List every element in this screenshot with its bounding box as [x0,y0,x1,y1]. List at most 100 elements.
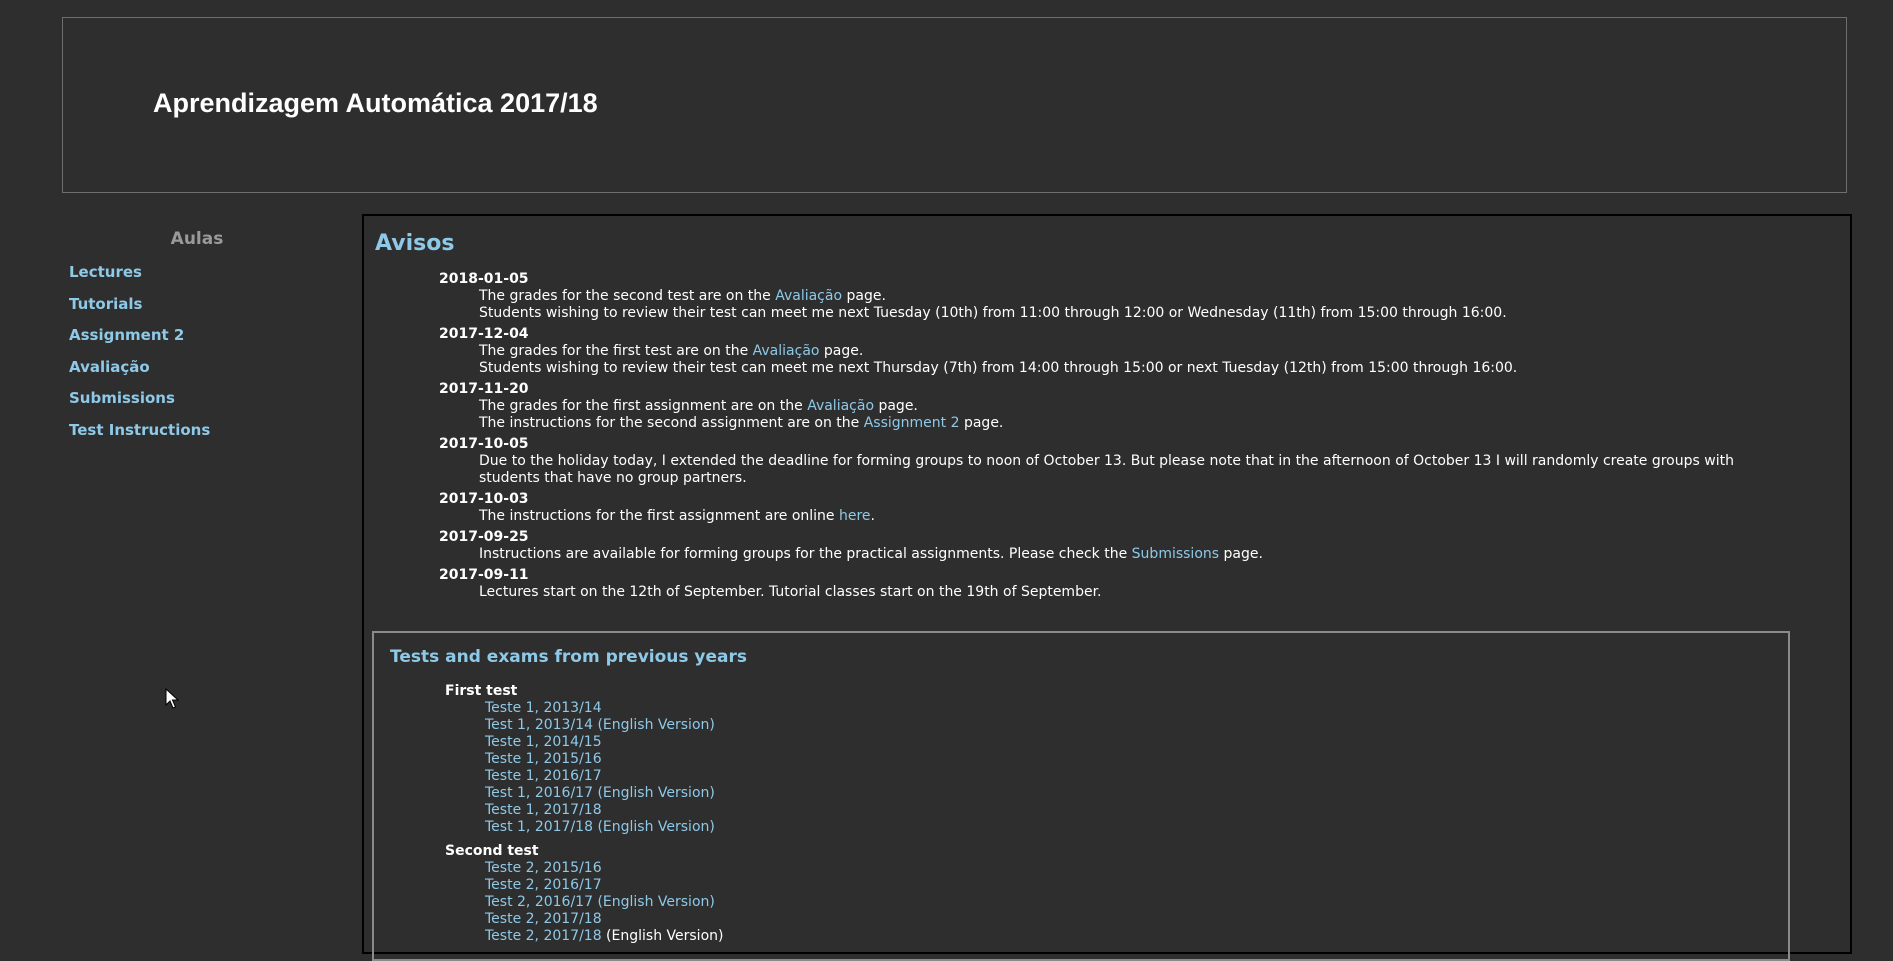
test-link[interactable]: Test 1, 2013/14 (English Version) [485,717,715,733]
test-list-item: Teste 1, 2016/17 [485,768,715,785]
notice-text-segment: page. [819,343,864,359]
test-list-item: Teste 2, 2017/18 (English Version) [485,928,723,945]
test-link[interactable]: Test 1, 2017/18 (English Version) [485,819,715,835]
notice-link-avaliacao[interactable]: Avaliação [775,288,842,304]
test-list-item: Test 1, 2013/14 (English Version) [485,717,715,734]
test-list-item: Teste 2, 2017/18 [485,911,723,928]
notice-text-segment: . [870,508,875,524]
notice-text: Lectures start on the 12th of September.… [479,584,1769,601]
notice-item: 2017-09-25 Instructions are available for… [439,529,1769,563]
notice-item: 2018-01-05 The grades for the second test… [439,271,1769,322]
notice-date: 2018-01-05 [439,271,529,287]
test-group-second-test: Second test Teste 2, 2015/16 Teste 2, 2016… [445,843,723,945]
notice-link-assignment-2[interactable]: Assignment 2 [864,415,960,431]
notice-item: 2017-10-03 The instructions for the first… [439,491,1769,525]
sidebar-link-test-instructions[interactable]: Test Instructions [69,421,210,439]
test-link[interactable]: Teste 1, 2016/17 [485,768,602,784]
sidebar-item-avaliacao[interactable]: Avaliação [69,354,332,386]
notice-text: Students wishing to review their test ca… [479,305,1769,322]
test-list-item: Teste 1, 2015/16 [485,751,715,768]
sidebar-link-tutorials[interactable]: Tutorials [69,295,142,313]
notice-text-segment: The instructions for the second assignme… [479,415,864,431]
test-link[interactable]: Teste 2, 2015/16 [485,860,602,876]
notice-link-submissions[interactable]: Submissions [1132,546,1219,562]
notice-item: 2017-12-04 The grades for the first test … [439,326,1769,377]
sidebar: Aulas Lectures Tutorials Assignment 2 Av… [62,226,332,448]
test-link[interactable]: Test 1, 2016/17 (English Version) [485,785,715,801]
test-link[interactable]: Teste 2, 2017/18 [485,911,602,927]
notice-date: 2017-10-05 [439,436,529,452]
notice-text: Students wishing to review their test ca… [479,360,1769,377]
test-list-item: Teste 2, 2015/16 [485,860,723,877]
sidebar-link-submissions[interactable]: Submissions [69,389,175,407]
notice-item: 2017-09-11 Lectures start on the 12th of … [439,567,1769,601]
notice-text-segment: Due to the holiday today, I extended the… [479,453,1734,486]
notice-text-segment: Students wishing to review their test ca… [479,360,1518,376]
notice-date: 2017-09-11 [439,567,529,583]
notice-text-segment: page. [959,415,1004,431]
notice-date: 2017-09-25 [439,529,529,545]
sidebar-link-assignment-2[interactable]: Assignment 2 [69,326,184,344]
sidebar-menu: Lectures Tutorials Assignment 2 Avaliaçã… [62,259,332,448]
notice-text-segment: The grades for the first test are on the [479,343,753,359]
notice-text: Instructions are available for forming g… [479,546,1769,563]
test-group-title: First test [445,683,518,699]
sidebar-item-submissions[interactable]: Submissions [69,385,332,417]
notice-date: 2017-11-20 [439,381,529,397]
notice-link-avaliacao[interactable]: Avaliação [807,398,874,414]
notice-date: 2017-12-04 [439,326,529,342]
test-link[interactable]: Teste 1, 2014/15 [485,734,602,750]
site-header: Aprendizagem Automática 2017/18 [62,17,1847,193]
main-content: Avisos 2018-01-05 The grades for the seco… [362,214,1852,961]
test-list-item: Test 2, 2016/17 (English Version) [485,894,723,911]
notice-text: The instructions for the first assignmen… [479,508,1769,525]
test-link[interactable]: Teste 1, 2015/16 [485,751,602,767]
test-list-item: Teste 2, 2016/17 [485,877,723,894]
test-link[interactable]: Teste 1, 2013/14 [485,700,602,716]
test-list-item: Teste 1, 2014/15 [485,734,715,751]
test-link[interactable]: Teste 2, 2017/18 [485,928,602,944]
test-list-item: Test 1, 2016/17 (English Version) [485,785,715,802]
notice-link-avaliacao[interactable]: Avaliação [753,343,820,359]
notice-text-segment: The instructions for the first assignmen… [479,508,839,524]
notice-item: 2017-11-20 The grades for the first assig… [439,381,1769,432]
notice-text-segment: page. [1219,546,1263,562]
sidebar-link-lectures[interactable]: Lectures [69,263,142,281]
test-list-item: Teste 1, 2017/18 [485,802,715,819]
sidebar-item-test-instructions[interactable]: Test Instructions [69,417,332,449]
sidebar-link-avaliacao[interactable]: Avaliação [69,358,150,376]
notice-text: The grades for the first test are on the… [479,343,1769,360]
test-group-title: Second test [445,843,539,859]
notice-text: The grades for the second test are on th… [479,288,1769,305]
notice-text-segment: The grades for the first assignment are … [479,398,808,414]
sidebar-heading: Aulas [170,229,224,249]
notice-date: 2017-10-03 [439,491,529,507]
site-title: Aprendizagem Automática 2017/18 [153,88,598,118]
test-group-first-test: First test Teste 1, 2013/14 Test 1, 2013/1… [445,683,715,836]
notice-text: The grades for the first assignment are … [479,398,1769,415]
notice-text-segment: Lectures start on the 12th of September.… [479,584,1102,600]
previous-tests-heading: Tests and exams from previous years [390,647,748,667]
notice-item: 2017-10-05 Due to the holiday today, I ex… [439,436,1769,487]
notice-text: Due to the holiday today, I extended the… [479,453,1769,487]
sidebar-item-lectures[interactable]: Lectures [69,259,332,291]
notices-list: 2018-01-05 The grades for the second test… [439,271,1769,605]
test-list-item: Teste 1, 2013/14 [485,700,715,717]
page-title: Avisos [375,231,455,256]
notice-text-segment: The grades for the second test are on th… [479,288,776,304]
test-list-item: Test 1, 2017/18 (English Version) [485,819,715,836]
test-link[interactable]: Test 2, 2016/17 (English Version) [485,894,715,910]
notice-text-segment: page. [874,398,918,414]
sidebar-item-assignment-2[interactable]: Assignment 2 [69,322,332,354]
notice-text: The instructions for the second assignme… [479,415,1769,432]
test-link-suffix: (English Version) [601,928,724,944]
test-link[interactable]: Teste 2, 2016/17 [485,877,602,893]
notice-text-segment: Students wishing to review their test ca… [479,305,1507,321]
previous-tests-box: Tests and exams from previous years Firs… [372,631,1790,961]
notice-text-segment: page. [842,288,886,304]
mouse-pointer-icon-shape [165,687,180,709]
sidebar-item-tutorials[interactable]: Tutorials [69,291,332,323]
test-link[interactable]: Teste 1, 2017/18 [485,802,602,818]
notice-link-here[interactable]: here [839,508,871,524]
notice-text-segment: Instructions are available for forming g… [479,546,1132,562]
